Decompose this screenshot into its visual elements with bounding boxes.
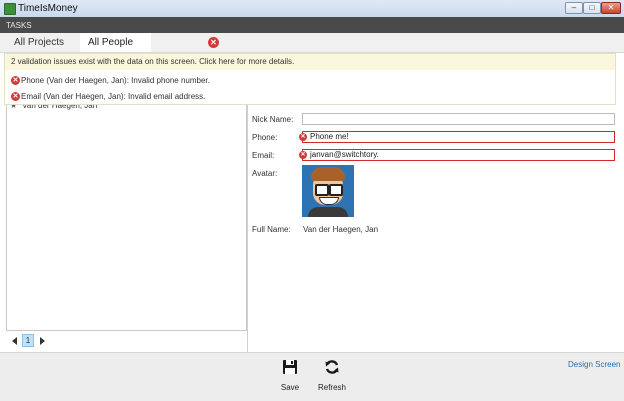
avatar-hair xyxy=(311,167,345,181)
refresh-label: Refresh xyxy=(317,383,346,392)
email-error-icon[interactable]: ✕ xyxy=(299,151,307,159)
save-button[interactable]: Save xyxy=(270,359,310,392)
tasks-label: TASKS xyxy=(6,21,32,30)
tab-all-people-label: All People xyxy=(88,37,134,48)
window-title: TimeIsMoney xyxy=(18,3,78,14)
validation-item-email-text: Email (Van der Haegen, Jan): Invalid ema… xyxy=(21,92,206,101)
save-icon xyxy=(283,360,297,374)
avatar-glasses-left xyxy=(315,184,329,196)
previous-page-icon[interactable] xyxy=(12,337,17,345)
close-window-button[interactable]: ✕ xyxy=(601,2,621,14)
avatar-label: Avatar: xyxy=(252,169,278,178)
design-screen-link[interactable]: Design Screen xyxy=(568,360,620,369)
validation-summary[interactable]: 2 validation issues exist with the data … xyxy=(5,54,615,70)
tab-all-projects-label: All Projects xyxy=(14,37,65,48)
email-label: Email: xyxy=(252,151,275,160)
error-icon: ✕ xyxy=(11,92,20,102)
phone-value: Phone me! xyxy=(310,132,349,141)
validation-item-phone[interactable]: ✕ Phone (Van der Haegen, Jan): Invalid ph… xyxy=(11,75,210,87)
title-bar: TimeIsMoney – □ ✕ xyxy=(0,0,624,18)
full-name-label: Full Name: xyxy=(252,225,291,234)
avatar-glasses-right xyxy=(329,184,343,196)
validation-item-email[interactable]: ✕ Email (Van der Haegen, Jan): Invalid em… xyxy=(11,91,205,103)
nick-name-field[interactable] xyxy=(302,113,615,125)
email-value: janvan@switchtory. xyxy=(310,150,379,159)
email-field[interactable]: ✕ janvan@switchtory. xyxy=(299,149,615,161)
maximize-button[interactable]: □ xyxy=(583,2,601,14)
refresh-icon xyxy=(325,360,339,374)
refresh-button[interactable]: Refresh xyxy=(312,359,352,392)
full-name-value: Van der Haegen, Jan xyxy=(303,225,379,234)
phone-field[interactable]: ✕ Phone me! xyxy=(299,131,615,143)
people-list[interactable]: ★ Van der Haegen, Jan xyxy=(6,98,247,331)
tab-all-people[interactable]: All People ✕ xyxy=(80,33,219,52)
validation-item-phone-text: Phone (Van der Haegen, Jan): Invalid pho… xyxy=(21,76,210,85)
tab-strip: All Projects All People ✕ xyxy=(0,33,624,53)
tab-error-icon[interactable]: ✕ xyxy=(208,37,219,48)
tab-all-projects[interactable]: All Projects xyxy=(6,33,76,52)
nick-name-label: Nick Name: xyxy=(252,115,294,124)
tasks-bar[interactable]: TASKS xyxy=(0,17,624,33)
page-number[interactable]: 1 xyxy=(22,334,34,347)
app-icon xyxy=(4,3,16,15)
error-icon: ✕ xyxy=(11,76,20,86)
pane-divider xyxy=(247,98,248,352)
phone-label: Phone: xyxy=(252,133,278,142)
avatar-image[interactable] xyxy=(302,165,354,217)
phone-error-icon[interactable]: ✕ xyxy=(299,133,307,141)
next-page-icon[interactable] xyxy=(40,337,45,345)
avatar-body xyxy=(308,207,348,217)
command-bar: Save Refresh Design Screen xyxy=(0,352,624,401)
save-label: Save xyxy=(280,383,300,392)
minimize-button[interactable]: – xyxy=(565,2,583,14)
validation-summary-panel[interactable]: 2 validation issues exist with the data … xyxy=(4,53,616,105)
